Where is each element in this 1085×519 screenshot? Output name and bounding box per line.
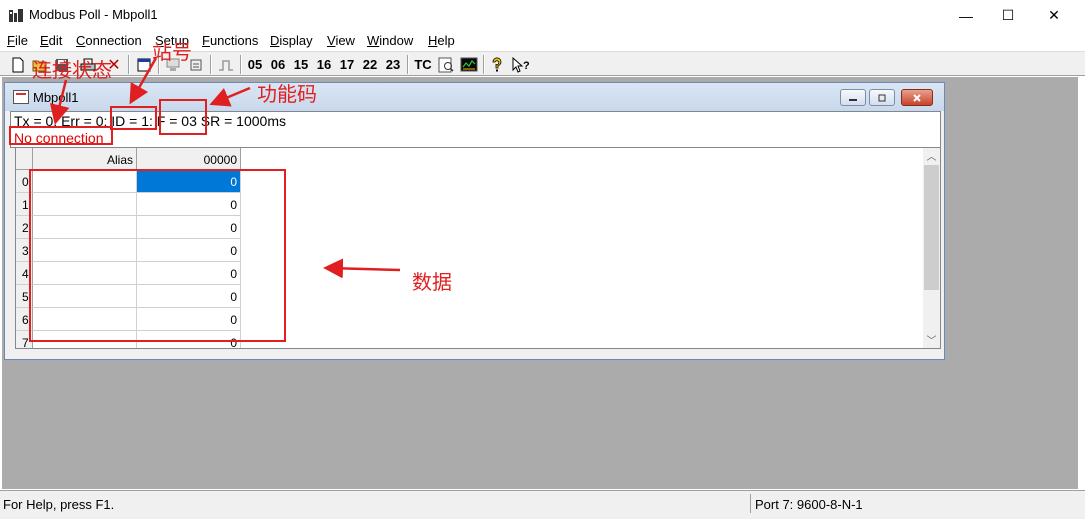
monitor-icon[interactable] (458, 54, 480, 75)
fc-06-button[interactable]: 06 (268, 54, 288, 75)
annotation-label-station-id: 站号 (152, 42, 192, 64)
port-settings: Port 7: 9600-8-N-1 (755, 497, 863, 512)
menu-functions[interactable]: Functions (202, 33, 258, 48)
menu-window[interactable]: Window (367, 33, 413, 48)
menu-view[interactable]: View (327, 33, 355, 48)
fc-23-button[interactable]: 23 (383, 54, 403, 75)
menu-file[interactable]: File (7, 33, 28, 48)
toolbar-separator (210, 55, 212, 74)
window-icon[interactable] (134, 54, 154, 75)
toolbar-separator (483, 55, 485, 74)
status-bar: For Help, press F1. Port 7: 9600-8-N-1 (0, 490, 1085, 519)
scroll-down-icon[interactable]: ﹀ (923, 332, 940, 348)
vertical-scrollbar[interactable]: ︿ ﹀ (923, 148, 940, 348)
scan-rate: SR = 1000ms (200, 113, 286, 129)
annotation-box-data (29, 169, 286, 342)
annotation-label-function-code: 功能码 (257, 84, 317, 106)
toolbar-separator (128, 55, 130, 74)
tc-button[interactable]: TC (412, 54, 434, 75)
read-icon[interactable] (436, 54, 456, 75)
toolbar-separator (407, 55, 409, 74)
toolbar-separator (240, 55, 242, 74)
scroll-thumb[interactable] (924, 165, 939, 290)
column-header-alias[interactable]: Alias (33, 148, 137, 170)
annotation-label-connection-state: 连接状态 (32, 60, 112, 82)
fc-16-button[interactable]: 16 (314, 54, 334, 75)
close-button[interactable]: ✕ (1031, 0, 1077, 31)
annotation-box-connection (9, 126, 113, 145)
maximize-button[interactable]: ☐ (985, 0, 1031, 31)
child-minimize-button[interactable] (840, 89, 866, 106)
child-restore-button[interactable] (869, 89, 895, 106)
fc-17-button[interactable]: 17 (337, 54, 357, 75)
annotation-box-id (110, 106, 157, 130)
fc-22-button[interactable]: 22 (360, 54, 380, 75)
title-bar: Modbus Poll - Mbpoll1 — ☐ ✕ (0, 0, 1085, 31)
annotation-label-data: 数据 (412, 272, 452, 294)
menu-display[interactable]: Display (270, 33, 313, 48)
fc-05-button[interactable]: 05 (245, 54, 265, 75)
child-window-icon (13, 90, 29, 104)
status-help-text: For Help, press F1. (3, 497, 115, 512)
minimize-button[interactable]: — (943, 0, 989, 31)
menu-connection[interactable]: Connection (76, 33, 142, 48)
help-icon[interactable] (487, 54, 507, 75)
column-header-address[interactable]: 00000 (137, 148, 241, 170)
new-file-icon[interactable] (8, 54, 28, 75)
scroll-up-icon[interactable]: ︿ (923, 148, 940, 164)
svg-text:?: ? (523, 60, 530, 72)
fc-15-button[interactable]: 15 (291, 54, 311, 75)
grid-corner (16, 148, 33, 170)
annotation-box-function (159, 99, 207, 135)
menu-edit[interactable]: Edit (40, 33, 62, 48)
status-port-pane: Port 7: 9600-8-N-1 (750, 494, 1080, 513)
child-close-button[interactable] (901, 89, 933, 106)
context-help-icon[interactable]: ? (510, 54, 532, 75)
window-title: Modbus Poll - Mbpoll1 (29, 7, 158, 22)
menu-help[interactable]: Help (428, 33, 455, 48)
pulse-icon[interactable] (215, 54, 237, 75)
modbus-app-icon (9, 9, 23, 22)
child-window-title: Mbpoll1 (33, 90, 79, 105)
